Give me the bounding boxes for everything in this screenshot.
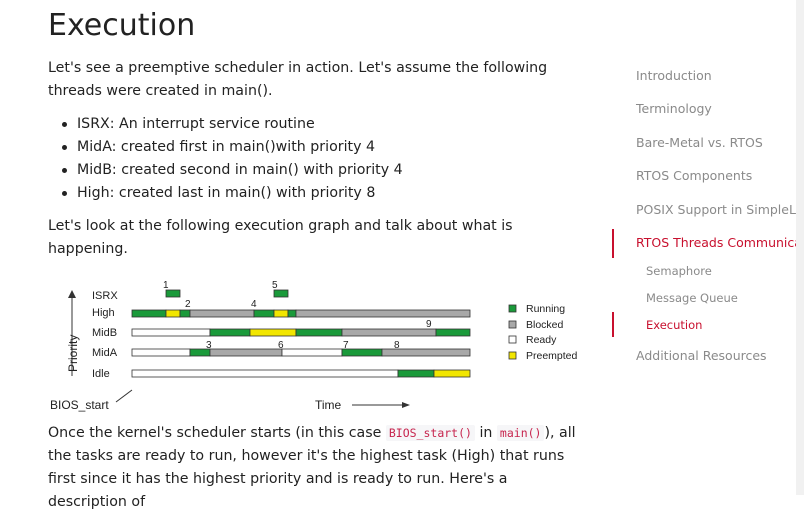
high-running — [131, 309, 167, 318]
toc-item-introduction[interactable]: Introduction — [636, 68, 712, 83]
toc-item-posix-support[interactable]: POSIX Support in SimpleLink — [636, 202, 804, 217]
toc-item-rtos-threads-communication[interactable]: RTOS Threads Communication — [636, 235, 804, 250]
bios-start-pointer — [115, 389, 133, 403]
list-item: MidA: created first in main()with priori… — [48, 136, 403, 159]
event-marker-4: 4 — [251, 299, 257, 310]
page-title: Execution — [48, 8, 196, 43]
toc-active-indicator — [612, 312, 614, 337]
row-label-idle: Idle — [92, 368, 110, 380]
row-label-isrx: ISRX — [92, 290, 118, 302]
mida-blocked — [209, 348, 283, 357]
priority-axis-label: Priority — [66, 335, 80, 372]
time-axis-arrow — [402, 402, 410, 408]
high-blocked — [295, 309, 471, 318]
idle-ready — [131, 369, 399, 378]
toc-item-semaphore[interactable]: Semaphore — [646, 264, 712, 278]
legend-label-running: Running — [526, 303, 565, 315]
event-marker-9: 9 — [426, 319, 432, 330]
time-axis-label: Time — [315, 398, 342, 412]
bios-start-label: BIOS_start — [50, 398, 109, 412]
event-marker-7: 7 — [343, 340, 349, 351]
mida-ready — [131, 348, 191, 357]
legend-label-preempted: Preempted — [526, 350, 578, 362]
toc-item-message-queue[interactable]: Message Queue — [646, 291, 738, 305]
toc-item-additional-resources[interactable]: Additional Resources — [636, 348, 767, 363]
midb-running — [209, 328, 251, 337]
outro-paragraph: Once the kernel's scheduler starts (in t… — [48, 422, 588, 514]
outro-text: in — [474, 425, 497, 441]
legend-swatch-ready — [508, 335, 517, 344]
event-marker-1: 1 — [163, 280, 169, 291]
event-marker-6: 6 — [278, 340, 284, 351]
legend-swatch-running — [508, 304, 517, 313]
row-label-midb: MidB — [92, 327, 117, 339]
toc-active-indicator — [612, 229, 614, 258]
toc-item-terminology[interactable]: Terminology — [636, 101, 712, 116]
midb-blocked — [341, 328, 437, 337]
toc-item-execution[interactable]: Execution — [646, 318, 702, 332]
high-blocked — [189, 309, 255, 318]
outro-text: Once the kernel's scheduler starts (in t… — [48, 425, 386, 441]
priority-axis-arrow — [68, 290, 76, 298]
midb-ready — [131, 328, 211, 337]
idle-preempted — [433, 369, 471, 378]
idle-running — [397, 369, 435, 378]
table-of-contents: Introduction Terminology Bare-Metal vs. … — [612, 0, 804, 495]
high-running — [253, 309, 275, 318]
event-marker-2: 2 — [185, 299, 191, 310]
intro-paragraph: Let's see a preemptive scheduler in acti… — [48, 60, 548, 99]
isrx-running — [165, 289, 181, 298]
row-label-high: High — [92, 307, 115, 319]
row-label-mida: MidA — [92, 347, 118, 359]
event-marker-8: 8 — [394, 340, 400, 351]
code-bios-start: BIOS_start() — [385, 425, 475, 441]
list-item: High: created last in main() with priori… — [48, 182, 403, 205]
midb-running — [435, 328, 471, 337]
high-running — [179, 309, 191, 318]
mida-ready — [281, 348, 343, 357]
scrollbar[interactable] — [796, 0, 804, 495]
toc-item-rtos-components[interactable]: RTOS Components — [636, 168, 752, 183]
legend-label-ready: Ready — [526, 334, 557, 346]
midb-running — [295, 328, 343, 337]
graph-intro-paragraph: Let's look at the following execution gr… — [48, 218, 513, 257]
list-item: ISRX: An interrupt service routine — [48, 113, 403, 136]
high-preempted — [165, 309, 181, 318]
midb-preempted — [249, 328, 297, 337]
high-running — [287, 309, 297, 318]
isrx-running — [273, 289, 289, 298]
high-preempted — [273, 309, 289, 318]
legend-swatch-preempted — [508, 351, 517, 360]
legend-swatch-blocked — [508, 320, 517, 329]
code-main: main() — [496, 425, 545, 441]
event-marker-3: 3 — [206, 340, 212, 351]
thread-list: ISRX: An interrupt service routine MidA:… — [48, 113, 403, 205]
execution-graph: Priority ISRX High MidB MidA Idle 1 2 3 … — [50, 280, 578, 412]
list-item: MidB: created second in main() with prio… — [48, 159, 403, 182]
toc-item-bare-metal-vs-rtos[interactable]: Bare-Metal vs. RTOS — [636, 135, 763, 150]
legend-label-blocked: Blocked — [526, 319, 564, 331]
event-marker-5: 5 — [272, 280, 278, 291]
